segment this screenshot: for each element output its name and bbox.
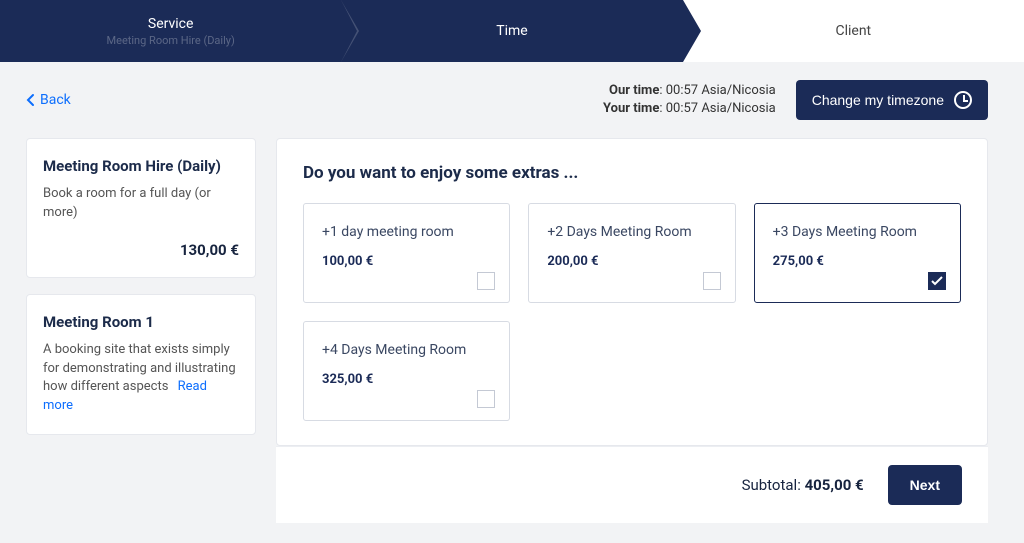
clock-icon bbox=[954, 91, 972, 109]
extra-price: 275,00 € bbox=[773, 254, 942, 269]
extra-price: 325,00 € bbox=[322, 372, 491, 387]
change-timezone-button[interactable]: Change my timezone bbox=[796, 80, 988, 120]
checkbox[interactable] bbox=[477, 272, 495, 290]
back-label: Back bbox=[40, 92, 71, 108]
our-time-label: Our time bbox=[609, 83, 659, 98]
extras-panel: Do you want to enjoy some extras ... +1 … bbox=[276, 138, 988, 446]
sidebar: Meeting Room Hire (Daily) Book a room fo… bbox=[26, 138, 256, 435]
toolbar: Back Our time: 00:57 Asia/Nicosia Your t… bbox=[0, 62, 1024, 130]
extra-option-3days[interactable]: +3 Days Meeting Room 275,00 € bbox=[754, 203, 961, 303]
extra-title: +2 Days Meeting Room bbox=[547, 224, 716, 240]
footer: Subtotal: 405,00 € Next bbox=[276, 446, 988, 523]
chevron-left-icon bbox=[26, 93, 36, 107]
back-button[interactable]: Back bbox=[26, 92, 71, 108]
extra-title: +3 Days Meeting Room bbox=[773, 224, 942, 240]
your-time-value: 00:57 Asia/Nicosia bbox=[666, 101, 776, 116]
subtotal-value: 405,00 € bbox=[805, 476, 864, 494]
checkbox[interactable] bbox=[703, 272, 721, 290]
next-button[interactable]: Next bbox=[888, 465, 962, 505]
extras-heading: Do you want to enjoy some extras ... bbox=[303, 163, 961, 183]
step-client: Client bbox=[683, 0, 1024, 62]
change-timezone-label: Change my timezone bbox=[812, 92, 944, 108]
subtotal-label: Subtotal: bbox=[742, 476, 801, 494]
service-card: Meeting Room Hire (Daily) Book a room fo… bbox=[26, 138, 256, 278]
service-price: 130,00 € bbox=[43, 241, 239, 259]
step-label: Client bbox=[835, 23, 871, 39]
extra-price: 200,00 € bbox=[547, 254, 716, 269]
subtotal: Subtotal: 405,00 € bbox=[742, 476, 864, 494]
step-sublabel: Meeting Room Hire (Daily) bbox=[107, 34, 235, 47]
extra-option-4days[interactable]: +4 Days Meeting Room 325,00 € bbox=[303, 321, 510, 421]
step-label: Time bbox=[496, 23, 527, 39]
timezone-info: Our time: 00:57 Asia/Nicosia Your time: … bbox=[603, 82, 776, 117]
room-title: Meeting Room 1 bbox=[43, 313, 239, 331]
extras-grid: +1 day meeting room 100,00 € +2 Days Mee… bbox=[303, 203, 961, 421]
extra-title: +4 Days Meeting Room bbox=[322, 342, 491, 358]
checkbox[interactable] bbox=[477, 390, 495, 408]
service-desc: Book a room for a full day (or more) bbox=[43, 185, 239, 223]
extra-option-1day[interactable]: +1 day meeting room 100,00 € bbox=[303, 203, 510, 303]
step-time[interactable]: Time bbox=[341, 0, 682, 62]
checkbox-checked[interactable] bbox=[928, 272, 946, 290]
extra-price: 100,00 € bbox=[322, 254, 491, 269]
our-time-value: 00:57 Asia/Nicosia bbox=[666, 83, 776, 98]
service-title: Meeting Room Hire (Daily) bbox=[43, 157, 239, 175]
your-time-label: Your time bbox=[603, 101, 659, 116]
extra-title: +1 day meeting room bbox=[322, 224, 491, 240]
extra-option-2days[interactable]: +2 Days Meeting Room 200,00 € bbox=[528, 203, 735, 303]
step-service[interactable]: Service Meeting Room Hire (Daily) bbox=[0, 0, 341, 62]
step-label: Service bbox=[148, 16, 194, 32]
stepper: Service Meeting Room Hire (Daily) Time C… bbox=[0, 0, 1024, 62]
room-card: Meeting Room 1 A booking site that exist… bbox=[26, 294, 256, 435]
check-icon bbox=[931, 276, 943, 286]
